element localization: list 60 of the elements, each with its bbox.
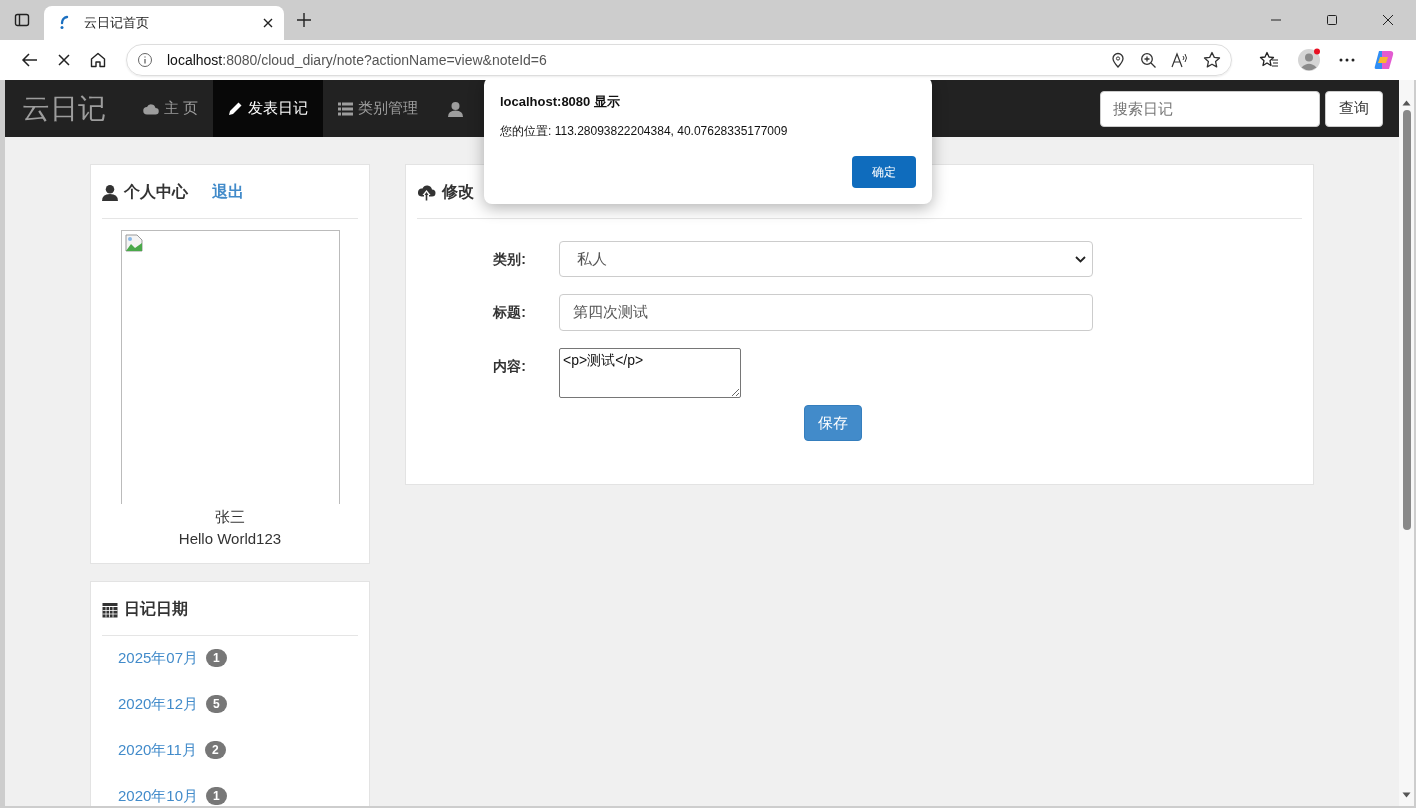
category-select[interactable]: 私人 (559, 241, 1093, 277)
browser-tab[interactable]: 云日记首页 (44, 6, 284, 40)
date-link[interactable]: 2020年11月 (118, 740, 197, 760)
scrollbar[interactable] (1399, 80, 1414, 806)
close-icon[interactable] (1382, 14, 1394, 26)
field-label: 内容: (492, 357, 527, 376)
date-link[interactable]: 2020年12月 (118, 694, 199, 714)
pencil-icon (228, 101, 244, 116)
maximize-icon[interactable] (1326, 14, 1338, 26)
user-icon (102, 184, 118, 201)
count-badge: 1 (206, 787, 227, 805)
user-icon (448, 100, 464, 117)
count-badge: 5 (206, 695, 227, 713)
count-badge: 2 (204, 741, 226, 759)
scroll-down-icon[interactable] (1402, 792, 1411, 798)
profile-icon[interactable] (1297, 48, 1321, 72)
cloud-upload-icon (417, 184, 436, 201)
zoom-icon[interactable] (1140, 51, 1157, 69)
search-button[interactable]: 查询 (1325, 90, 1383, 127)
broken-image-icon (124, 234, 143, 252)
field-label: 标题: (492, 303, 527, 322)
info-icon[interactable] (137, 52, 153, 68)
date-link[interactable]: 2025年07月 (118, 648, 199, 668)
list-icon (338, 101, 354, 116)
cloud-icon (143, 102, 159, 115)
new-tab-icon[interactable] (296, 12, 312, 28)
search-field[interactable]: 搜索日记 (1100, 90, 1320, 127)
chevron-icon (1075, 255, 1086, 263)
user-mood: Hello World123 (178, 529, 282, 549)
dialog-title: localhost:8080 显示 (500, 93, 621, 111)
scroll-up-icon[interactable] (1402, 100, 1411, 106)
save-button[interactable]: 保存 (804, 405, 862, 441)
calendar-icon (102, 601, 118, 618)
panel-title: 个人中心 (124, 182, 188, 202)
ok-button[interactable]: 确定 (852, 156, 916, 188)
home-icon[interactable] (89, 51, 107, 69)
dialog-message: 您的位置: 113.28093822204384, 40.07628335177009 (500, 123, 789, 140)
back-icon[interactable] (21, 51, 39, 69)
copilot-icon[interactable] (1373, 49, 1395, 71)
count-badge: 1 (206, 649, 227, 667)
nav-item[interactable]: 主 页 (128, 80, 214, 137)
more-icon[interactable] (1339, 58, 1355, 62)
location-icon[interactable] (1110, 52, 1126, 68)
logout-link[interactable]: 退出 (212, 182, 244, 203)
favorite-icon[interactable] (1203, 51, 1221, 69)
tab-actions-icon[interactable] (14, 12, 30, 28)
favorites-icon[interactable] (1259, 51, 1279, 69)
date-link[interactable]: 2020年10月 (118, 786, 199, 806)
stop-icon[interactable] (57, 53, 71, 67)
brand-logo[interactable]: 云日记 (5, 89, 128, 128)
title-field[interactable]: 第四次测试 (559, 294, 1093, 331)
content-field[interactable]: <p>测试</p> (559, 348, 741, 398)
close-icon[interactable] (262, 17, 274, 29)
read-aloud-icon[interactable] (1171, 52, 1189, 68)
field-label: 类别: (492, 250, 527, 269)
user-name: 张三 (215, 507, 245, 527)
panel-title: 日记日期 (124, 599, 188, 619)
nav-item[interactable]: 类别管理 (323, 80, 434, 137)
panel-title: 修改 (442, 182, 474, 202)
nav-item[interactable]: 发表日记 (213, 80, 324, 137)
